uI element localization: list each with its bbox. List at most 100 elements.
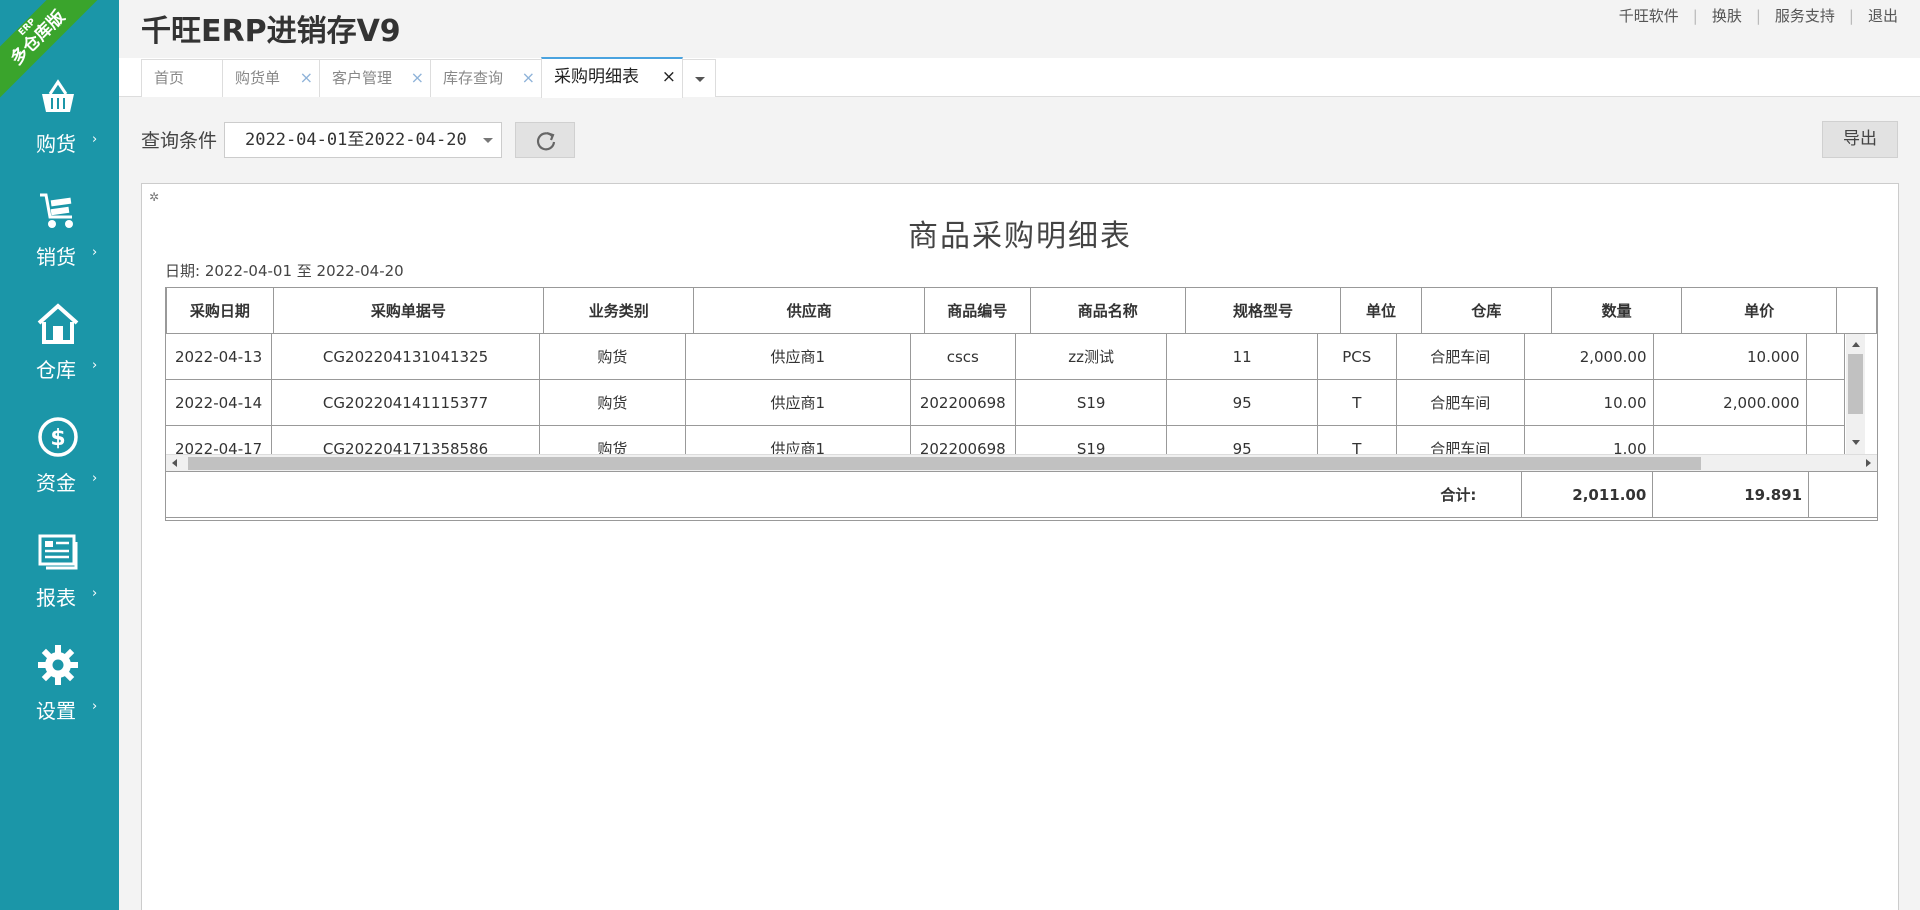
link-logout[interactable]: 退出 [1868, 5, 1898, 26]
tab-purchase-detail[interactable]: 采购明细表 × [541, 57, 683, 98]
column-header[interactable]: 仓库 [1420, 288, 1552, 334]
divider: | [1848, 6, 1854, 25]
date-range-select[interactable]: 2022-04-01至2022-04-20 [224, 122, 502, 158]
column-header[interactable]: 规格型号 [1184, 288, 1342, 334]
chevron-right-icon: › [92, 245, 98, 260]
column-header[interactable]: 供应商 [693, 288, 925, 334]
scroll-left-icon[interactable] [172, 459, 177, 467]
cell-quantity: 10.00 [1523, 379, 1654, 426]
link-change-skin[interactable]: 换肤 [1712, 5, 1742, 26]
report-icon [36, 530, 80, 574]
scroll-right-icon[interactable] [1866, 459, 1871, 467]
cell-date: 2022-04-14 [166, 379, 273, 426]
top-links: 千旺软件 | 换肤 | 服务支持 | 退出 [1619, 5, 1898, 26]
tab-bar: 首页 购货单 × 客户管理 × 库存查询 × 采购明细表 × [119, 57, 1920, 98]
grid-body[interactable]: 2022-04-13 CG202204131041325 购货 供应商1 csc… [166, 334, 1846, 454]
tab-label: 采购明细表 [554, 67, 639, 87]
sidebar-item-settings[interactable]: 设置 › [0, 643, 119, 743]
chevron-right-icon: › [92, 586, 98, 601]
sidebar-item-reports[interactable]: 报表 › [0, 530, 119, 630]
cell-supplier: 供应商1 [684, 334, 911, 380]
horizontal-scrollbar[interactable] [166, 454, 1877, 471]
cell-order-no: CG202204131041325 [271, 334, 540, 380]
column-header[interactable]: 单价 [1681, 288, 1838, 334]
link-qianwang-software[interactable]: 千旺软件 [1619, 5, 1679, 26]
divider: | [1755, 6, 1761, 25]
query-label: 查询条件 [141, 130, 218, 152]
cell-warehouse: 合肥车间 [1395, 379, 1525, 426]
sidebar-item-sales[interactable]: 销货 › [0, 189, 119, 289]
caret-down-icon [695, 77, 705, 82]
cell-date: 2022-04-13 [166, 334, 273, 380]
column-header[interactable]: 采购日期 [166, 288, 274, 334]
tab-label: 购货单 [235, 69, 281, 87]
caret-down-icon [483, 138, 493, 143]
chevron-right-icon: › [92, 132, 98, 147]
cell-unit-price [1652, 425, 1807, 454]
close-icon[interactable]: × [662, 59, 676, 95]
column-header[interactable]: 商品编号 [923, 288, 1031, 334]
refresh-button[interactable] [515, 122, 575, 158]
close-icon[interactable]: × [411, 60, 424, 96]
sidebar: ERP 多仓库版 购货 › 销货 › 仓库 › $ 资金 › 报表 › 设置 › [0, 0, 119, 910]
cell-quantity: 2,000.00 [1523, 334, 1654, 380]
cell-order-no: CG202204171358586 [271, 425, 540, 454]
settings-icon[interactable]: ✲ [149, 190, 159, 204]
cell-spec: 95 [1166, 425, 1318, 454]
scrollbar-thumb[interactable] [188, 457, 1701, 470]
cell-spacer [1805, 425, 1846, 454]
cell-product-code: cscs [909, 334, 1016, 380]
column-header[interactable]: 数量 [1550, 288, 1683, 334]
export-button[interactable]: 导出 [1822, 121, 1898, 158]
report-title: 商品采购明细表 [908, 219, 1132, 254]
cell-quantity: 1.00 [1523, 425, 1654, 454]
cell-date: 2022-04-17 [166, 425, 273, 454]
column-header[interactable]: 商品名称 [1029, 288, 1186, 334]
close-icon[interactable]: × [522, 60, 535, 96]
tab-purchase-order[interactable]: 购货单 × [222, 59, 320, 97]
column-header[interactable]: 业务类别 [543, 288, 695, 334]
house-icon [36, 302, 80, 346]
sidebar-item-label: 仓库 [36, 358, 76, 382]
gear-icon [36, 643, 80, 687]
scrollbar-thumb[interactable] [1848, 354, 1863, 414]
cell-unit-price: 10.000 [1652, 334, 1807, 380]
sidebar-item-label: 设置 [36, 699, 76, 723]
cell-business-type: 购货 [538, 379, 686, 426]
tab-customer-management[interactable]: 客户管理 × [319, 59, 431, 97]
tab-list-dropdown[interactable] [682, 59, 716, 97]
close-icon[interactable]: × [300, 60, 313, 96]
table-row[interactable]: 2022-04-13 CG202204131041325 购货 供应商1 csc… [166, 334, 1846, 380]
svg-text:$: $ [50, 426, 65, 451]
dollar-icon: $ [36, 415, 80, 459]
total-label: 合计: [166, 471, 1523, 518]
report-grid: 采购日期 采购单据号 业务类别 供应商 商品编号 商品名称 规格型号 单位 仓库… [165, 287, 1878, 521]
table-row[interactable]: 2022-04-14 CG202204141115377 购货 供应商1 202… [166, 379, 1846, 426]
cell-spec: 95 [1166, 379, 1318, 426]
link-service-support[interactable]: 服务支持 [1775, 5, 1835, 26]
sidebar-item-label: 资金 [36, 471, 76, 495]
cell-unit: T [1316, 425, 1397, 454]
scroll-up-icon[interactable] [1852, 342, 1860, 347]
total-unit-price: 19.891 [1652, 471, 1810, 518]
app-title: 千旺ERP进销存V9 [141, 14, 401, 49]
column-header[interactable]: 采购单据号 [272, 288, 545, 334]
table-row[interactable]: 2022-04-17 CG202204171358586 购货 供应商1 202… [166, 425, 1846, 454]
column-header[interactable]: 单位 [1340, 288, 1422, 334]
cell-product-code: 202200698 [909, 379, 1016, 426]
scroll-down-icon[interactable] [1852, 440, 1860, 445]
cell-supplier: 供应商1 [684, 425, 911, 454]
sidebar-item-funds[interactable]: $ 资金 › [0, 415, 119, 515]
tab-inventory-query[interactable]: 库存查询 × [430, 59, 542, 97]
tab-home[interactable]: 首页 [141, 59, 223, 97]
vertical-scrollbar[interactable] [1846, 334, 1865, 454]
cell-unit-price: 2,000.000 [1652, 379, 1807, 426]
grid-header: 采购日期 采购单据号 业务类别 供应商 商品编号 商品名称 规格型号 单位 仓库… [166, 288, 1877, 334]
sidebar-item-warehouse[interactable]: 仓库 › [0, 302, 119, 402]
tab-label: 首页 [154, 69, 185, 87]
column-header-spacer [1836, 288, 1877, 334]
cell-warehouse: 合肥车间 [1395, 334, 1525, 380]
cell-unit: T [1316, 379, 1397, 426]
grid-rows: 2022-04-13 CG202204131041325 购货 供应商1 csc… [166, 334, 1846, 454]
sidebar-item-purchase[interactable]: 购货 › [0, 76, 119, 176]
